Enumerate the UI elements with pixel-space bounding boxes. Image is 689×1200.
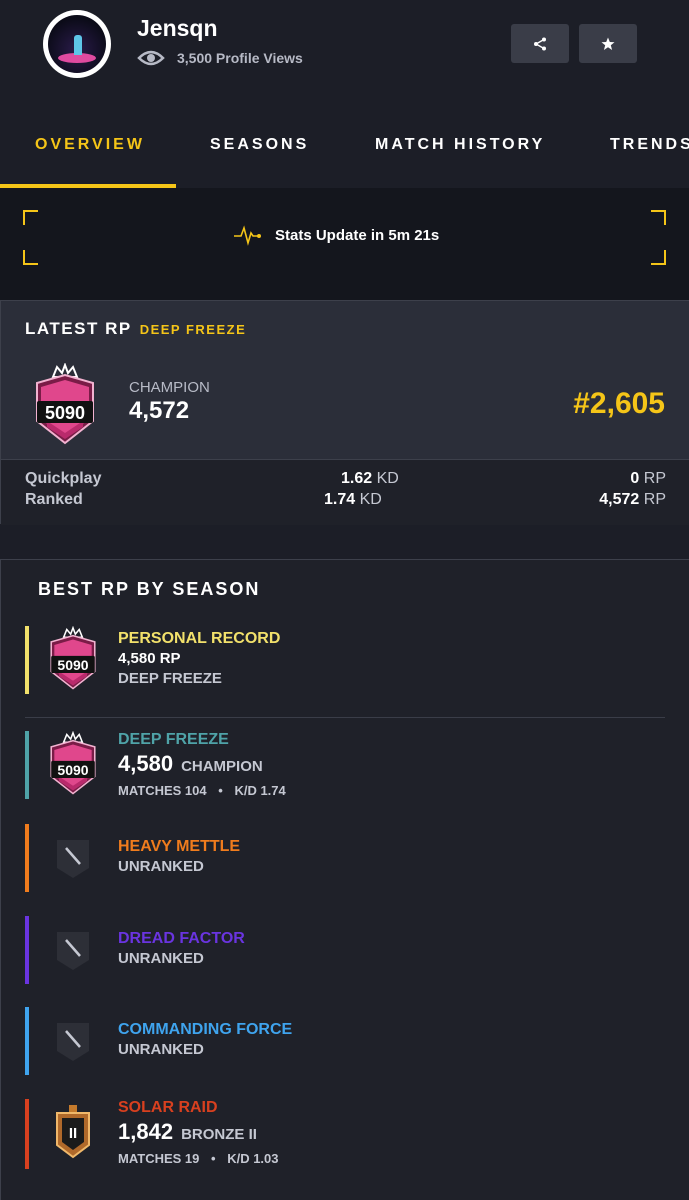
- quickplay-kd-value: 1.62: [341, 470, 373, 487]
- season-status: UNRANKED: [118, 950, 204, 967]
- kd-unit: KD: [376, 470, 399, 487]
- record-season: DEEP FREEZE: [118, 670, 222, 687]
- corner-bracket: [651, 210, 666, 225]
- badge-number: 5090: [57, 762, 88, 778]
- rank-name: CHAMPION: [129, 379, 210, 396]
- season-tier: BRONZE II: [181, 1126, 257, 1143]
- badge-number: II: [69, 1125, 77, 1142]
- season-tier: CHAMPION: [181, 758, 263, 775]
- rp-unit: RP: [643, 470, 666, 487]
- ranked-rp: 4,572 RP: [599, 491, 666, 509]
- season-name: HEAVY METTLE: [118, 838, 241, 855]
- profile-header: Jensqn 3,500 Profile Views OVERVIEW SEAS…: [0, 0, 689, 188]
- latest-rp-heading: LATEST RP: [25, 319, 132, 338]
- profile-views: 3,500 Profile Views: [137, 48, 303, 68]
- star-icon: [601, 37, 615, 50]
- rp-unit: RP: [643, 491, 666, 508]
- season-name: SOLAR RAID: [118, 1099, 218, 1116]
- season-name: DREAD FACTOR: [118, 930, 245, 947]
- season-color-bar: [25, 626, 29, 694]
- quickplay-rp: 0 RP: [630, 470, 666, 488]
- season-name: COMMANDING FORCE: [118, 1021, 293, 1038]
- champion-rank-icon: 5090: [36, 363, 94, 445]
- ranked-kd-value: 1.74: [324, 491, 356, 508]
- corner-bracket: [651, 250, 666, 265]
- unranked-icon: [57, 840, 89, 878]
- stats-update-bar: Stats Update in 5m 21s: [0, 188, 689, 300]
- tab-bar: OVERVIEW SEASONS MATCH HISTORY TRENDS: [0, 112, 689, 188]
- mode-label-quickplay: Quickplay: [25, 470, 102, 487]
- season-rp-value: 4,580: [118, 751, 174, 776]
- latest-rp-panel: LATEST RP DEEP FREEZE 5090 CHAMPION 4,57…: [0, 300, 689, 525]
- season-rp: 4,580 CHAMPION: [118, 751, 263, 777]
- season-color-bar: [25, 824, 29, 892]
- season-row-heavy-mettle[interactable]: HEAVY METTLE UNRANKED: [25, 824, 665, 892]
- corner-bracket: [23, 210, 38, 225]
- latest-rp-title: LATEST RP DEEP FREEZE: [25, 319, 246, 339]
- username: Jensqn: [137, 15, 218, 41]
- share-button[interactable]: [511, 24, 569, 63]
- tab-match-history[interactable]: MATCH HISTORY: [375, 136, 545, 154]
- profile-views-text: 3,500 Profile Views: [177, 50, 303, 66]
- mode-stats: Quickplay Ranked 1.62 KD 1.74 KD 0 RP 4,…: [1, 459, 689, 525]
- season-rp: 1,842 BRONZE II: [118, 1119, 257, 1145]
- stats-update: Stats Update in 5m 21s: [233, 224, 439, 246]
- tab-overview[interactable]: OVERVIEW: [35, 136, 145, 154]
- record-rp: 4,580 RP: [118, 650, 181, 667]
- leaderboard-position: #2,605: [573, 387, 665, 420]
- season-color-bar: [25, 916, 29, 984]
- champion-rank-icon: 5090: [50, 626, 96, 690]
- season-row-deep-freeze[interactable]: 5090 DEEP FREEZE 4,580 CHAMPION MATCHES 1…: [25, 731, 665, 799]
- quickplay-rp-value: 0: [630, 470, 640, 487]
- eye-icon: [137, 50, 165, 66]
- badge-number: 5090: [45, 403, 85, 423]
- divider: [25, 717, 665, 718]
- season-color-bar: [25, 731, 29, 799]
- season-color-bar: [25, 1099, 29, 1169]
- season-status: UNRANKED: [118, 1041, 204, 1058]
- ranked-rp-value: 4,572: [599, 491, 640, 508]
- pulse-icon: [234, 225, 261, 246]
- season-kd: K/D 1.74: [234, 783, 286, 798]
- season-row-solar-raid[interactable]: II SOLAR RAID 1,842 BRONZE II MATCHES 19 …: [25, 1099, 665, 1169]
- season-matches: MATCHES 19: [118, 1151, 200, 1166]
- champion-rank-icon: 5090: [50, 731, 96, 795]
- share-icon: [534, 37, 546, 50]
- tab-trends[interactable]: TRENDS: [610, 136, 689, 154]
- corner-bracket: [23, 250, 38, 265]
- tab-seasons[interactable]: SEASONS: [210, 136, 309, 154]
- season-matches: MATCHES 104: [118, 783, 207, 798]
- stats-update-text: Stats Update in 5m 21s: [275, 226, 440, 244]
- season-stats: MATCHES 104 • K/D 1.74: [118, 783, 286, 798]
- avatar[interactable]: [43, 10, 111, 78]
- quickplay-kd: 1.62 KD: [341, 470, 399, 488]
- season-kd: K/D 1.03: [227, 1151, 279, 1166]
- season-name: PERSONAL RECORD: [118, 630, 281, 647]
- badge-number: 5090: [57, 657, 88, 673]
- season-rp-value: 1,842: [118, 1119, 174, 1144]
- latest-rp-season: DEEP FREEZE: [139, 322, 247, 337]
- season-name: DEEP FREEZE: [118, 731, 229, 748]
- season-status: UNRANKED: [118, 858, 204, 875]
- best-rp-title: BEST RP BY SEASON: [38, 579, 261, 599]
- mode-label-ranked: Ranked: [25, 491, 83, 508]
- best-rp-panel: BEST RP BY SEASON 5090 PERSONAL RECORD 4…: [0, 559, 689, 1200]
- season-row-commanding-force[interactable]: COMMANDING FORCE UNRANKED: [25, 1007, 665, 1075]
- ranked-kd: 1.74 KD: [324, 491, 382, 509]
- unranked-icon: [57, 1023, 89, 1061]
- season-row-dread-factor[interactable]: DREAD FACTOR UNRANKED: [25, 916, 665, 984]
- favorite-button[interactable]: [579, 24, 637, 63]
- season-row-personal-record[interactable]: 5090 PERSONAL RECORD 4,580 RP DEEP FREEZ…: [25, 626, 665, 694]
- rank-rp-value: 4,572: [129, 397, 190, 424]
- kd-unit: KD: [359, 491, 382, 508]
- unranked-icon: [57, 932, 89, 970]
- bronze-rank-icon: II: [56, 1105, 90, 1159]
- season-color-bar: [25, 1007, 29, 1075]
- avatar-image: [48, 15, 106, 73]
- season-stats: MATCHES 19 • K/D 1.03: [118, 1151, 279, 1166]
